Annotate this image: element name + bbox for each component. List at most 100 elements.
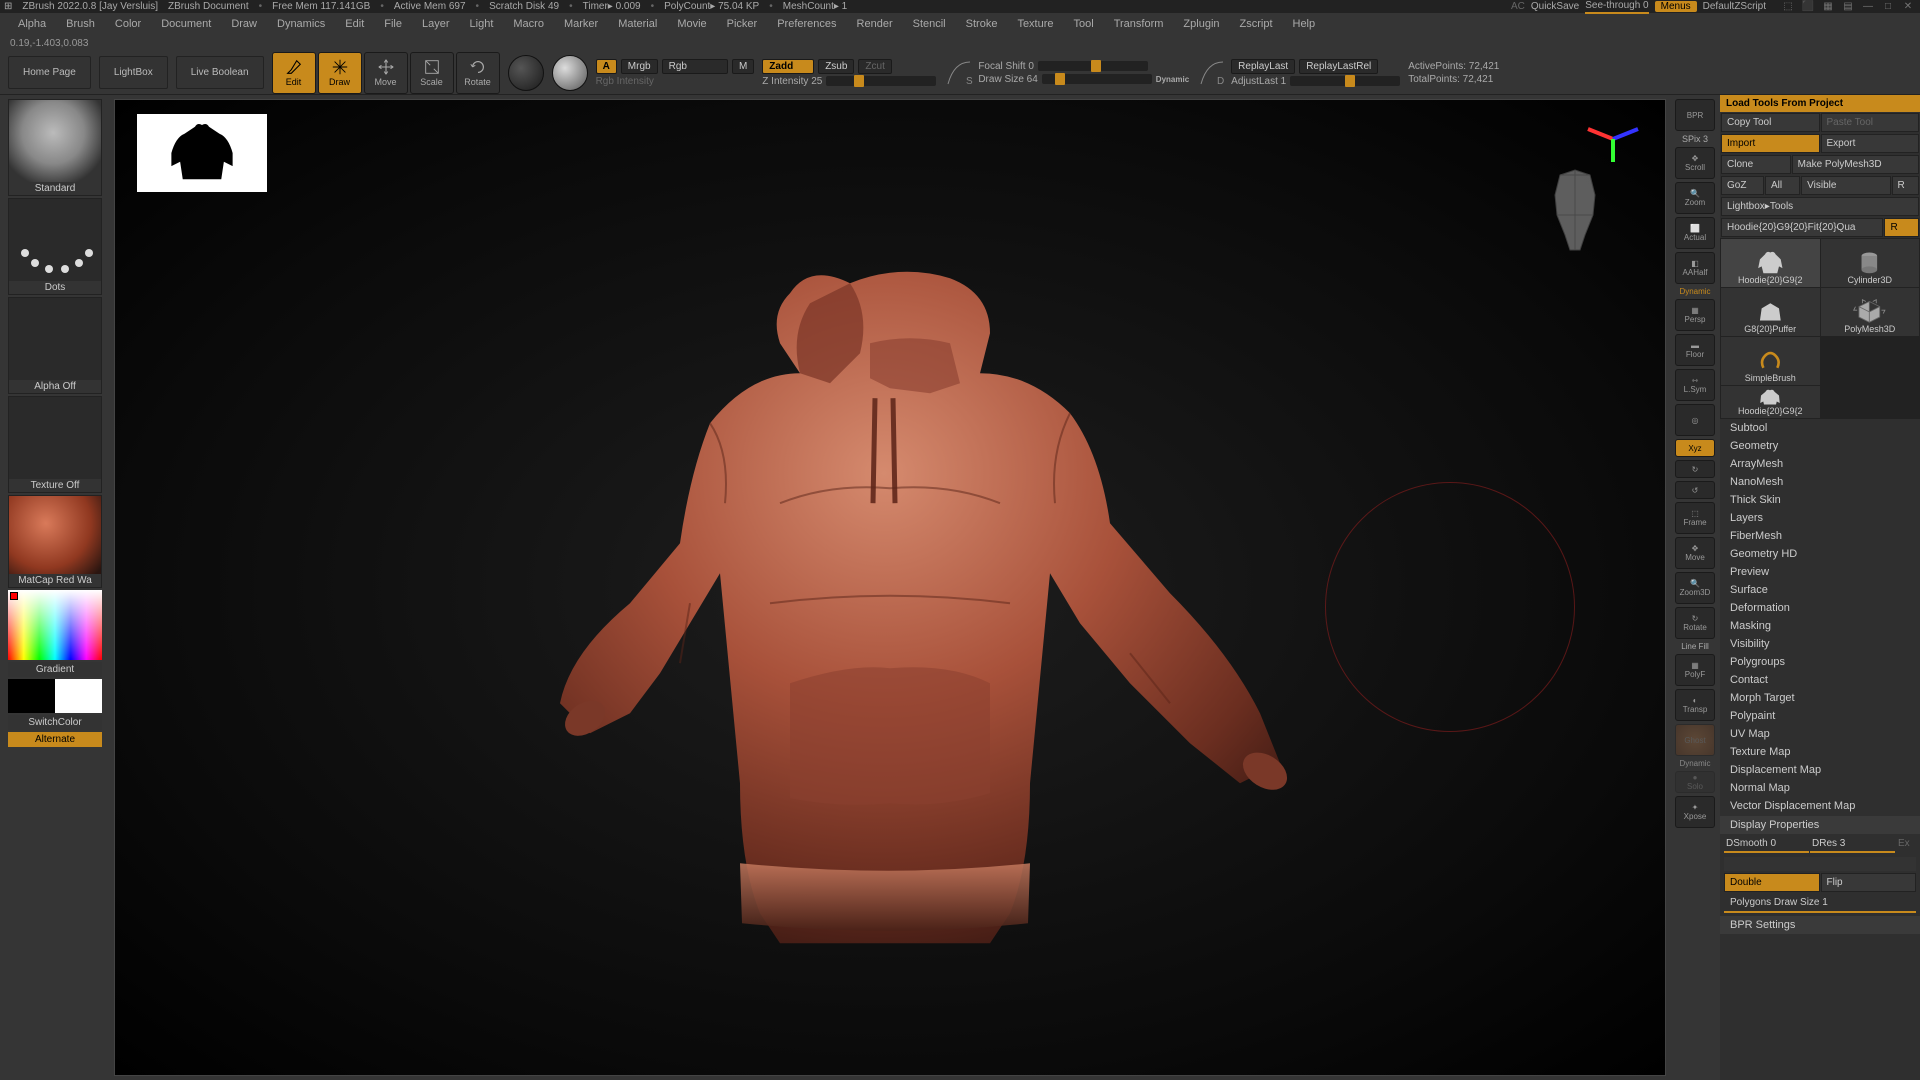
menu-texture[interactable]: Texture <box>1007 15 1063 33</box>
menu-edit[interactable]: Edit <box>335 15 374 33</box>
layout3-icon[interactable]: ▦ <box>1820 1 1836 13</box>
xpose-button[interactable]: ✦Xpose <box>1675 796 1715 828</box>
edit-mode-button[interactable]: Edit <box>272 52 316 94</box>
palette-thickskin[interactable]: Thick Skin <box>1720 491 1920 509</box>
tool-item[interactable]: Hoodie{20}G9{2 <box>1721 386 1820 418</box>
palette-morphtarget[interactable]: Morph Target <box>1720 689 1920 707</box>
import-button[interactable]: Import <box>1721 134 1820 153</box>
palette-deformation[interactable]: Deformation <box>1720 599 1920 617</box>
xyz-y-button[interactable]: ↻ <box>1675 460 1715 478</box>
rotate3d-button[interactable]: ↻Rotate <box>1675 607 1715 639</box>
palette-fibermesh[interactable]: FiberMesh <box>1720 527 1920 545</box>
scale-mode-button[interactable]: Scale <box>410 52 454 94</box>
export-button[interactable]: Export <box>1821 134 1920 153</box>
frame-button[interactable]: ⬚Frame <box>1675 502 1715 534</box>
menu-stencil[interactable]: Stencil <box>903 15 956 33</box>
replay-last-rel-button[interactable]: ReplayLastRel <box>1299 59 1378 74</box>
menus-toggle[interactable]: Menus <box>1655 1 1697 12</box>
palette-geometryhd[interactable]: Geometry HD <box>1720 545 1920 563</box>
menu-brush[interactable]: Brush <box>56 15 105 33</box>
menu-marker[interactable]: Marker <box>554 15 608 33</box>
palette-displayproperties[interactable]: Display Properties <box>1720 816 1920 834</box>
activate-symmetry-button[interactable] <box>552 55 588 91</box>
menu-macro[interactable]: Macro <box>503 15 554 33</box>
draw-size-slider[interactable]: Draw Size 64 <box>978 74 1037 85</box>
texture-selector[interactable]: Texture Off <box>8 396 102 493</box>
display-slider[interactable] <box>1724 857 1916 871</box>
focal-shift-slider[interactable]: Focal Shift 0 <box>978 61 1034 72</box>
minimize-icon[interactable]: — <box>1860 1 1876 13</box>
dynamic-label[interactable]: Dynamic <box>1679 287 1710 296</box>
palette-arraymesh[interactable]: ArrayMesh <box>1720 455 1920 473</box>
lightbox-tools-button[interactable]: Lightbox▸Tools <box>1721 197 1919 216</box>
silhouette-thumbnail[interactable] <box>137 114 267 192</box>
palette-polygroups[interactable]: Polygroups <box>1720 653 1920 671</box>
z-intensity-slider[interactable]: Z Intensity 25 <box>762 76 822 87</box>
actual-button[interactable]: ⬜Actual <box>1675 217 1715 249</box>
goz-r-button[interactable]: R <box>1892 176 1919 195</box>
palette-geometry[interactable]: Geometry <box>1720 437 1920 455</box>
copy-tool-button[interactable]: Copy Tool <box>1721 113 1820 132</box>
home-page-button[interactable]: Home Page <box>8 56 91 89</box>
s-curve-icon[interactable]: S <box>944 58 974 88</box>
menu-dynamics[interactable]: Dynamics <box>267 15 335 33</box>
menu-render[interactable]: Render <box>847 15 903 33</box>
menu-movie[interactable]: Movie <box>667 15 716 33</box>
draw-mode-button[interactable]: Draw <box>318 52 362 94</box>
sculptris-pro-button[interactable] <box>508 55 544 91</box>
zadd-toggle[interactable]: Zadd <box>762 59 814 74</box>
canvas-viewport[interactable] <box>114 99 1666 1076</box>
gradient-button[interactable]: Gradient <box>8 662 102 677</box>
flip-button[interactable]: Flip <box>1821 873 1917 892</box>
goz-visible-button[interactable]: Visible <box>1801 176 1890 195</box>
palette-nanomesh[interactable]: NanoMesh <box>1720 473 1920 491</box>
dsmooth-slider[interactable]: DSmooth 0 <box>1724 836 1809 853</box>
tool-item[interactable]: Cylinder3D <box>1821 239 1920 287</box>
dres-slider[interactable]: DRes 3 <box>1810 836 1895 853</box>
menu-preferences[interactable]: Preferences <box>767 15 846 33</box>
menu-color[interactable]: Color <box>105 15 151 33</box>
drawmode-button[interactable]: ◎ <box>1675 404 1715 436</box>
maximize-icon[interactable]: □ <box>1880 1 1896 13</box>
menu-light[interactable]: Light <box>460 15 504 33</box>
solo-button[interactable]: ●Solo <box>1675 771 1715 793</box>
material-selector[interactable]: MatCap Red Wa <box>8 495 102 588</box>
replay-last-button[interactable]: ReplayLast <box>1231 59 1295 74</box>
goz-all-button[interactable]: All <box>1765 176 1800 195</box>
menu-material[interactable]: Material <box>608 15 667 33</box>
mrgb-toggle[interactable]: Mrgb <box>621 59 658 74</box>
palette-visibility[interactable]: Visibility <box>1720 635 1920 653</box>
menu-tool[interactable]: Tool <box>1064 15 1104 33</box>
menu-file[interactable]: File <box>374 15 412 33</box>
tool-item[interactable]: PolyMesh3D <box>1821 288 1920 336</box>
palette-texturemap[interactable]: Texture Map <box>1720 743 1920 761</box>
seethrough-slider[interactable]: See-through 0 <box>1585 0 1648 14</box>
clone-button[interactable]: Clone <box>1721 155 1791 174</box>
palette-layers[interactable]: Layers <box>1720 509 1920 527</box>
double-button[interactable]: Double <box>1724 873 1820 892</box>
zoom-button[interactable]: 🔍Zoom <box>1675 182 1715 214</box>
palette-normalmap[interactable]: Normal Map <box>1720 779 1920 797</box>
close-icon[interactable]: ✕ <box>1900 1 1916 13</box>
persp-button[interactable]: ▦Persp <box>1675 299 1715 331</box>
load-tools-header[interactable]: Load Tools From Project <box>1720 95 1920 112</box>
menu-transform[interactable]: Transform <box>1104 15 1174 33</box>
menu-stroke[interactable]: Stroke <box>956 15 1008 33</box>
d-curve-icon[interactable]: D <box>1197 58 1227 88</box>
tool-item[interactable]: Hoodie{20}G9{2 <box>1721 239 1820 287</box>
palette-uvmap[interactable]: UV Map <box>1720 725 1920 743</box>
layout2-icon[interactable]: ⬛ <box>1800 1 1816 13</box>
xyz-button[interactable]: Xyz <box>1675 439 1715 457</box>
a-toggle[interactable]: A <box>596 59 617 74</box>
menu-help[interactable]: Help <box>1283 15 1326 33</box>
color-picker[interactable] <box>8 590 102 660</box>
switch-color-button[interactable]: SwitchColor <box>8 715 102 730</box>
move3d-button[interactable]: ✥Move <box>1675 537 1715 569</box>
menu-alpha[interactable]: Alpha <box>8 15 56 33</box>
spix-slider[interactable]: SPix 3 <box>1682 134 1708 144</box>
palette-surface[interactable]: Surface <box>1720 581 1920 599</box>
bpr-button[interactable]: BPR <box>1675 99 1715 131</box>
palette-masking[interactable]: Masking <box>1720 617 1920 635</box>
adjust-last-slider[interactable]: AdjustLast 1 <box>1231 76 1286 87</box>
palette-contact[interactable]: Contact <box>1720 671 1920 689</box>
